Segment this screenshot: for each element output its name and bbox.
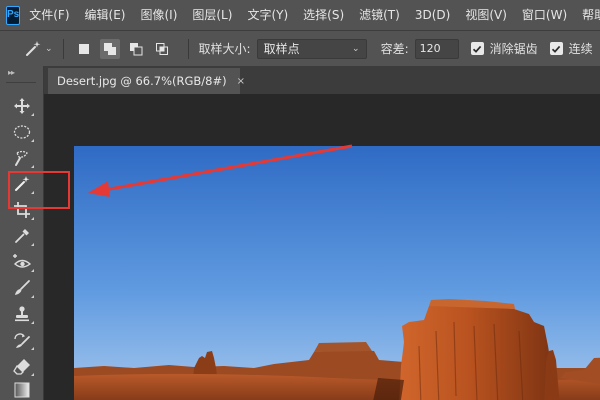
quick-selection-tool-button[interactable] [11,147,34,169]
tools-panel: ▸▸ [0,66,44,400]
divider [6,82,36,83]
intersect-selection-button[interactable] [152,39,172,59]
menu-help[interactable]: 帮助 [582,0,600,30]
new-selection-button[interactable] [74,39,94,59]
tolerance-label: 容差: [380,42,409,56]
marquee-tool-button[interactable] [11,121,34,143]
menu-image[interactable]: 图像(I) [140,0,177,30]
eraser-icon [13,359,30,375]
document-canvas[interactable] [44,94,600,400]
document-tab-title: Desert.jpg @ 66.7%(RGB/8#) [57,74,227,88]
checkmark-icon [473,45,482,53]
intersect-selection-icon [155,42,168,55]
options-bar: ⌄ 取样大小: 取样点 ⌄ 容差: 120 消除锯齿 连续 [0,30,600,66]
add-to-selection-button[interactable] [99,38,120,59]
contiguous-label: 连续 [568,42,593,56]
tool-preset-picker[interactable]: ⌄ [24,40,53,58]
new-selection-icon [78,43,89,54]
close-icon[interactable]: × [237,76,245,87]
subtract-from-selection-icon [129,42,143,55]
desert-photo[interactable] [74,146,600,400]
clone-stamp-icon [15,306,29,322]
antialias-checkbox[interactable] [470,42,484,55]
menu-bar: Ps 文件(F) 编辑(E) 图像(I) 图层(L) 文字(Y) 选择(S) 滤… [0,0,600,30]
brush-tool-button[interactable] [11,277,34,299]
subtract-from-selection-button[interactable] [126,39,146,59]
tolerance-input[interactable]: 120 [414,38,459,59]
divider [62,38,64,59]
red-eye-icon [13,254,32,268]
antialias-label: 消除锯齿 [489,42,538,56]
menu-file[interactable]: 文件(F) [29,0,69,30]
magic-wand-tool-button[interactable] [11,173,34,195]
quick-selection-icon [15,150,28,166]
document-tab[interactable]: Desert.jpg @ 66.7%(RGB/8#) × [48,68,245,94]
eraser-tool-button[interactable] [11,355,34,377]
menu-filter[interactable]: 滤镜(T) [359,0,400,30]
magic-wand-icon [15,176,30,191]
crop-icon [14,202,30,218]
sample-size-value: 取样点 [263,42,300,56]
crop-tool-button[interactable] [11,199,34,221]
brush-icon [15,280,30,295]
divider [187,38,189,59]
clone-stamp-tool-button[interactable] [11,303,34,325]
chevron-down-icon: ⌄ [352,43,360,54]
checkmark-icon [552,45,561,53]
red-eye-tool-button[interactable] [11,251,34,273]
gradient-tool-button[interactable] [11,379,33,400]
desert-landscape-image [74,146,600,400]
sample-size-label: 取样大小: [198,42,251,56]
contiguous-checkbox[interactable] [549,42,563,55]
eyedropper-icon [15,229,29,243]
menu-3d[interactable]: 3D(D) [415,0,450,30]
document-tab-bar: Desert.jpg @ 66.7%(RGB/8#) × [44,66,600,94]
menu-type[interactable]: 文字(Y) [247,0,288,30]
move-tool-button[interactable] [11,95,34,117]
menu-edit[interactable]: 编辑(E) [85,0,126,30]
sample-size-select[interactable]: 取样点 ⌄ [256,38,367,59]
menu-window[interactable]: 窗口(W) [522,0,567,30]
menu-select[interactable]: 选择(S) [303,0,344,30]
add-to-selection-icon [103,42,116,55]
menu-layer[interactable]: 图层(L) [192,0,232,30]
photoshop-logo[interactable]: Ps [6,5,21,25]
elliptical-marquee-icon [13,125,31,139]
chevron-down-icon: ⌄ [45,43,53,54]
history-brush-icon [14,333,30,348]
magic-wand-icon [26,40,41,56]
eyedropper-tool-button[interactable] [11,225,34,247]
menu-view[interactable]: 视图(V) [465,0,507,30]
history-brush-tool-button[interactable] [11,329,34,351]
move-tool-icon [14,98,30,114]
panel-collapse-icon[interactable]: ▸▸ [8,68,15,77]
gradient-icon [14,382,30,398]
